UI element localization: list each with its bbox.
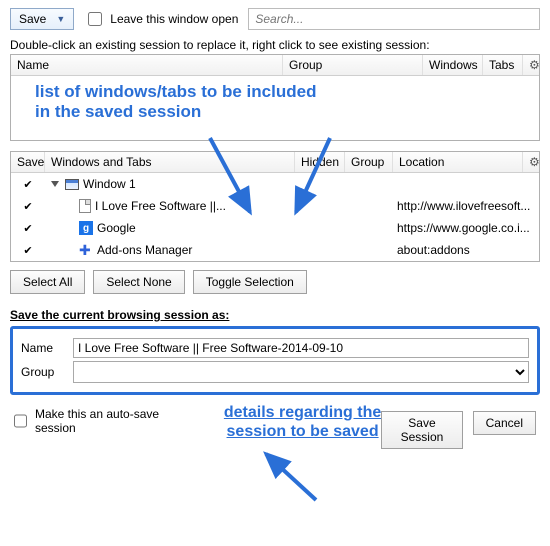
col-save[interactable]: Save <box>11 152 45 172</box>
session-group-select[interactable] <box>73 361 529 383</box>
save-session-button[interactable]: Save Session <box>381 411 462 449</box>
annotation-list: list of windows/tabs to be included in t… <box>35 82 316 122</box>
col-group[interactable]: Group <box>283 55 423 75</box>
row-title: g Google <box>45 221 295 235</box>
sessions-panel: Name Group Windows Tabs ⚙ list of window… <box>10 54 540 141</box>
leave-open-checkbox[interactable] <box>88 12 102 26</box>
autosave-option[interactable]: Make this an auto-save session <box>10 407 184 435</box>
details-panel: Save Windows and Tabs Hidden Group Locat… <box>10 151 540 262</box>
leave-open-label: Leave this window open <box>110 12 238 26</box>
row-location: http://www.ilovefreesoft... <box>393 199 539 213</box>
cancel-button[interactable]: Cancel <box>473 411 536 435</box>
col-group2[interactable]: Group <box>345 152 393 172</box>
row-label: Window 1 <box>83 177 136 191</box>
sessions-header: Name Group Windows Tabs ⚙ <box>11 55 539 76</box>
details-header: Save Windows and Tabs Hidden Group Locat… <box>11 152 539 173</box>
puzzle-icon: ✚ <box>79 243 93 257</box>
arrow-icon <box>260 448 330 508</box>
name-label: Name <box>21 341 65 355</box>
column-picker-icon[interactable]: ⚙ <box>523 152 539 172</box>
row-check[interactable]: ✔ <box>11 243 45 257</box>
expand-icon[interactable] <box>51 181 59 187</box>
session-name-input[interactable] <box>73 338 529 358</box>
sessions-list[interactable]: list of windows/tabs to be included in t… <box>11 76 539 140</box>
column-picker-icon[interactable]: ⚙ <box>523 55 539 75</box>
row-location: https://www.google.co.i... <box>393 221 539 235</box>
details-rows: ✔ Window 1 ✔ I Love Free Software ||... http… <box>11 173 539 261</box>
table-row[interactable]: ✔ ✚ Add-ons Manager about:addons <box>11 239 539 261</box>
col-hidden[interactable]: Hidden <box>295 152 345 172</box>
sessions-hint: Double-click an existing session to repl… <box>10 38 540 52</box>
chevron-down-icon: ▼ <box>56 14 65 24</box>
row-check[interactable]: ✔ <box>11 177 45 191</box>
table-row[interactable]: ✔ Window 1 <box>11 173 539 195</box>
leave-open-option[interactable]: Leave this window open <box>84 9 238 29</box>
top-toolbar: Save ▼ Leave this window open <box>10 8 540 30</box>
google-icon: g <box>79 221 93 235</box>
row-label: Google <box>97 221 136 235</box>
col-location[interactable]: Location <box>393 152 523 172</box>
search-input[interactable] <box>248 8 540 30</box>
annotation-details: details regarding the session to be save… <box>224 403 381 441</box>
group-label: Group <box>21 365 65 379</box>
autosave-label: Make this an auto-save session <box>35 407 184 435</box>
save-button-label: Save <box>19 12 46 26</box>
row-title: ✚ Add-ons Manager <box>45 243 295 257</box>
col-wt[interactable]: Windows and Tabs <box>45 152 295 172</box>
col-name[interactable]: Name <box>11 55 283 75</box>
autosave-checkbox[interactable] <box>14 414 27 428</box>
saveas-box: Name Group <box>10 326 540 395</box>
row-title: Window 1 <box>45 177 295 191</box>
row-location: about:addons <box>393 243 539 257</box>
row-label: Add-ons Manager <box>97 243 192 257</box>
row-check[interactable]: ✔ <box>11 199 45 213</box>
col-tabs[interactable]: Tabs <box>483 55 523 75</box>
table-row[interactable]: ✔ I Love Free Software ||... http://www.il… <box>11 195 539 217</box>
page-icon <box>79 199 91 213</box>
window-icon <box>65 179 79 190</box>
toggle-selection-button[interactable]: Toggle Selection <box>193 270 307 294</box>
table-row[interactable]: ✔ g Google https://www.google.co.i... <box>11 217 539 239</box>
save-button[interactable]: Save ▼ <box>10 8 74 30</box>
saveas-title: Save the current browsing session as: <box>10 308 540 322</box>
col-windows[interactable]: Windows <box>423 55 483 75</box>
row-title: I Love Free Software ||... <box>45 199 295 213</box>
select-none-button[interactable]: Select None <box>93 270 184 294</box>
row-label: I Love Free Software ||... <box>95 199 226 213</box>
selection-buttons: Select All Select None Toggle Selection <box>10 270 540 294</box>
row-check[interactable]: ✔ <box>11 221 45 235</box>
select-all-button[interactable]: Select All <box>10 270 85 294</box>
